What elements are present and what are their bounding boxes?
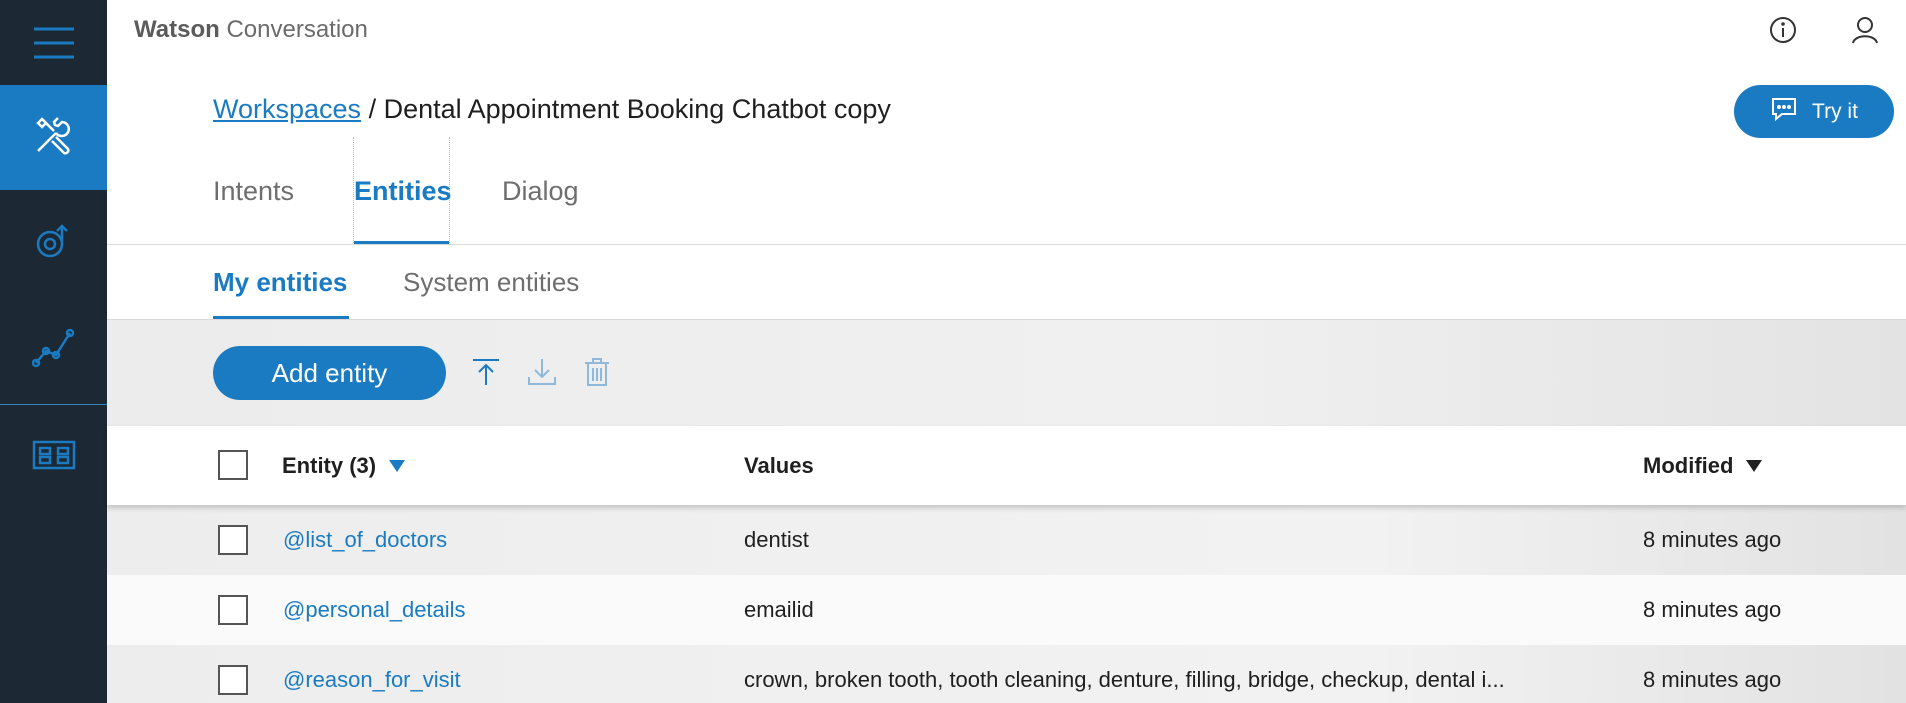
deploy-icon: [32, 218, 76, 267]
try-it-label: Try it: [1812, 99, 1858, 123]
select-all-checkbox[interactable]: [218, 450, 248, 480]
entity-values: dentist: [744, 527, 809, 552]
tab-dialog[interactable]: Dialog: [502, 137, 579, 245]
wrench-screwdriver-icon: [32, 113, 76, 162]
entity-name-link[interactable]: @personal_details: [283, 575, 466, 645]
entity-name-link[interactable]: @reason_for_visit: [283, 645, 461, 703]
row-checkbox[interactable]: [218, 525, 248, 555]
upload-icon[interactable]: [470, 356, 502, 388]
chat-bubble-icon: [1770, 96, 1798, 128]
entity-modified: 8 minutes ago: [1643, 527, 1782, 552]
tab-entities[interactable]: Entities: [353, 137, 452, 245]
entities-table: Entity (3) Values Modified @list_of_doct…: [107, 426, 1906, 703]
app-title: Watson Conversation: [134, 16, 368, 44]
add-entity-button[interactable]: Add entity: [213, 346, 446, 400]
subtab-my-entities[interactable]: My entities: [213, 245, 349, 320]
entity-modified: 8 minutes ago: [1643, 597, 1782, 622]
nav-workspaces[interactable]: [0, 405, 107, 510]
breadcrumb-separator: /: [361, 94, 384, 124]
download-icon[interactable]: [526, 356, 558, 388]
entity-name-link[interactable]: @list_of_doctors: [283, 505, 447, 575]
sort-down-icon: [388, 459, 406, 473]
table-row[interactable]: @list_of_doctors dentist 8 minutes ago: [107, 505, 1906, 575]
line-chart-icon: [31, 325, 76, 374]
nav-deploy[interactable]: [0, 190, 107, 295]
workspace-grid-icon: [32, 440, 76, 475]
hamburger-menu-icon[interactable]: [0, 0, 107, 85]
table-row[interactable]: @reason_for_visit crown, broken tooth, t…: [107, 645, 1906, 703]
tab-intents[interactable]: Intents: [213, 137, 294, 245]
trash-icon[interactable]: [581, 356, 613, 388]
nav-improve[interactable]: [0, 295, 107, 404]
row-checkbox[interactable]: [218, 665, 248, 695]
top-bar: Watson Conversation: [107, 0, 1906, 60]
breadcrumb-current: Dental Appointment Booking Chatbot copy: [383, 94, 891, 124]
column-header-entity[interactable]: Entity (3): [282, 426, 406, 505]
entity-modified: 8 minutes ago: [1643, 667, 1782, 692]
column-header-entity-label: Entity (3): [282, 452, 377, 478]
column-header-modified-label: Modified: [1643, 452, 1734, 478]
app-title-product: Conversation: [219, 16, 368, 43]
breadcrumb-workspaces-link[interactable]: Workspaces: [213, 94, 361, 124]
table-row[interactable]: @personal_details emailid 8 minutes ago: [107, 575, 1906, 645]
user-icon[interactable]: [1849, 14, 1881, 46]
app-title-brand: Watson: [134, 16, 220, 43]
tabs-divider: [107, 244, 1906, 245]
sort-down-icon: [1745, 459, 1763, 473]
row-checkbox[interactable]: [218, 595, 248, 625]
column-header-modified[interactable]: Modified: [1643, 426, 1763, 505]
nav-build[interactable]: [0, 85, 107, 190]
try-it-button[interactable]: Try it: [1734, 85, 1894, 138]
entity-toolbar: Add entity: [107, 320, 1906, 426]
info-icon[interactable]: [1767, 14, 1799, 46]
entity-values: emailid: [744, 597, 814, 622]
breadcrumb: Workspaces / Dental Appointment Booking …: [213, 94, 891, 125]
left-nav-rail: [0, 0, 107, 703]
column-header-values: Values: [744, 452, 814, 478]
subtab-system-entities[interactable]: System entities: [403, 245, 579, 320]
table-header: Entity (3) Values Modified: [107, 426, 1906, 505]
entity-values: crown, broken tooth, tooth cleaning, den…: [744, 667, 1505, 692]
